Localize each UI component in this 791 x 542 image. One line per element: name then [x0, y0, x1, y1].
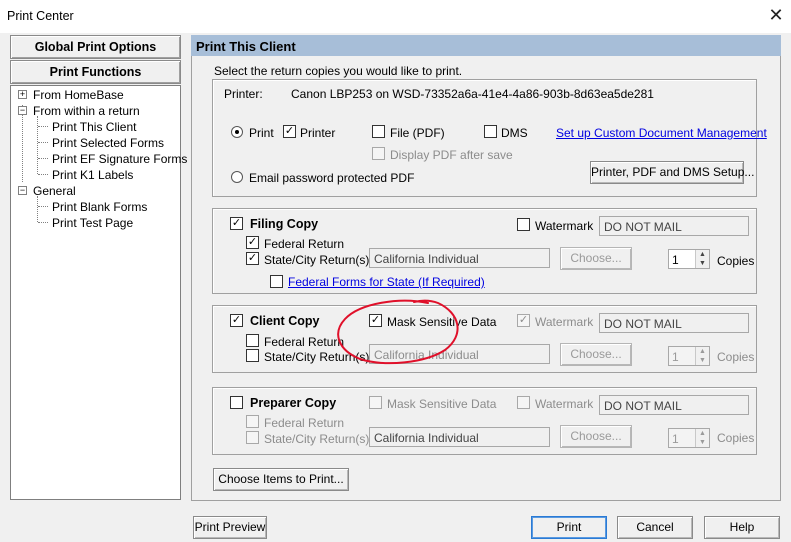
panel-title: Print This Client	[191, 35, 781, 56]
email-pdf-label: Email password protected PDF	[249, 171, 415, 185]
printer-checkbox-label: Printer	[300, 126, 336, 140]
display-pdf-label: Display PDF after save	[390, 148, 513, 162]
preparer-copies-stepper[interactable]: 1 ▲ ▼	[668, 428, 710, 448]
chevron-down-icon[interactable]: ▼	[696, 259, 709, 268]
preparer-federal-label: Federal Return	[264, 416, 345, 430]
cancel-button[interactable]: Cancel	[617, 516, 693, 539]
display-pdf-checkbox[interactable]	[372, 147, 385, 160]
choose-items-button[interactable]: Choose Items to Print...	[213, 468, 349, 491]
preparer-choose-button[interactable]: Choose...	[560, 425, 632, 448]
print-radio[interactable]	[231, 126, 243, 138]
tree-item-print-selected-forms[interactable]: Print Selected Forms	[52, 136, 164, 150]
preparer-watermark-checkbox[interactable]	[517, 396, 530, 409]
client-watermark-checkbox[interactable]: ✓	[517, 314, 530, 327]
chevron-up-icon[interactable]: ▲	[696, 250, 709, 259]
preparer-copy-checkbox[interactable]	[230, 396, 243, 409]
expand-icon[interactable]: +	[18, 90, 27, 99]
preparer-federal-checkbox[interactable]	[246, 415, 259, 428]
preparer-state-checkbox[interactable]	[246, 431, 259, 444]
printer-label: Printer:	[224, 87, 263, 101]
filing-copy-title: Filing Copy	[250, 217, 319, 231]
dms-checkbox[interactable]	[484, 125, 497, 138]
print-functions-button[interactable]: Print Functions	[10, 60, 181, 84]
collapse-icon[interactable]: −	[18, 186, 27, 195]
client-state-checkbox[interactable]	[246, 349, 259, 362]
tree-item-print-blank-forms[interactable]: Print Blank Forms	[52, 200, 147, 214]
filing-federal-label: Federal Return	[264, 237, 345, 251]
print-radio-label: Print	[249, 126, 274, 140]
close-icon[interactable]: ✕	[766, 5, 786, 25]
chevron-up-icon[interactable]: ▲	[696, 429, 709, 438]
client-copies-value: 1	[672, 350, 679, 364]
preparer-state-label: State/City Return(s)	[264, 432, 370, 446]
tree-item-general[interactable]: General	[33, 184, 76, 198]
file-pdf-checkbox[interactable]	[372, 125, 385, 138]
client-federal-checkbox[interactable]	[246, 334, 259, 347]
preparer-copy-title: Preparer Copy	[250, 396, 337, 410]
global-print-options-button[interactable]: Global Print Options	[10, 35, 181, 59]
federal-forms-state-checkbox[interactable]	[270, 275, 283, 288]
chevron-down-icon[interactable]: ▼	[696, 438, 709, 447]
tree-item-print-test-page[interactable]: Print Test Page	[52, 216, 133, 230]
tree-item-print-this-client[interactable]: Print This Client	[52, 120, 136, 134]
dms-label: DMS	[501, 126, 528, 140]
client-choose-button[interactable]: Choose...	[560, 343, 632, 366]
collapse-icon[interactable]: −	[18, 106, 27, 115]
client-watermark-label: Watermark	[535, 315, 594, 329]
file-pdf-label: File (PDF)	[390, 126, 445, 140]
filing-state-checkbox[interactable]: ✓	[246, 252, 259, 265]
printer-pdf-dms-setup-button[interactable]: Printer, PDF and DMS Setup...	[590, 161, 754, 184]
federal-forms-state-link[interactable]: Federal Forms for State (If Required)	[288, 275, 485, 289]
print-functions-tree: + From HomeBase − From within a return P…	[10, 85, 187, 500]
printer-checkbox[interactable]: ✓	[283, 125, 296, 138]
preparer-watermark-text[interactable]: DO NOT MAIL	[599, 395, 749, 415]
client-copies-stepper[interactable]: 1 ▲ ▼	[668, 346, 710, 366]
chevron-up-icon[interactable]: ▲	[696, 347, 709, 356]
preparer-copies-label: Copies	[717, 431, 755, 445]
filing-state-label: State/City Return(s)	[264, 253, 370, 267]
tree-item-from-homebase[interactable]: From HomeBase	[33, 88, 124, 102]
printer-name: Canon LBP253 on WSD-73352a6a-41e4-4a86-9…	[291, 87, 654, 101]
client-watermark-text[interactable]: DO NOT MAIL	[599, 313, 749, 333]
annotation-circle	[337, 299, 459, 365]
preparer-mask-checkbox[interactable]	[369, 396, 382, 409]
filing-choose-button[interactable]: Choose...	[560, 247, 632, 270]
client-copy-title: Client Copy	[250, 314, 320, 328]
filing-federal-checkbox[interactable]: ✓	[246, 236, 259, 249]
preparer-mask-label: Mask Sensitive Data	[387, 397, 497, 411]
filing-copies-stepper[interactable]: 1 ▲ ▼	[668, 249, 710, 269]
setup-dms-link[interactable]: Set up Custom Document Management	[556, 126, 767, 140]
filing-state-field[interactable]: California Individual	[369, 248, 550, 268]
preparer-state-field[interactable]: California Individual	[369, 427, 550, 447]
filing-watermark-checkbox[interactable]	[517, 218, 530, 231]
client-copy-checkbox[interactable]: ✓	[230, 314, 243, 327]
tree-item-print-ef-signature-forms[interactable]: Print EF Signature Forms	[52, 152, 187, 166]
filing-copies-label: Copies	[717, 254, 755, 268]
filing-copy-checkbox[interactable]: ✓	[230, 217, 243, 230]
chevron-down-icon[interactable]: ▼	[696, 356, 709, 365]
client-copies-label: Copies	[717, 350, 755, 364]
title-bar	[0, 0, 791, 33]
tree-item-from-within-return[interactable]: From within a return	[33, 104, 140, 118]
email-pdf-radio[interactable]	[231, 171, 243, 183]
print-button[interactable]: Print	[531, 516, 607, 539]
instruction-text: Select the return copies you would like …	[214, 64, 463, 78]
filing-watermark-label: Watermark	[535, 219, 594, 233]
tree-item-print-k1-labels[interactable]: Print K1 Labels	[52, 168, 133, 182]
filing-copies-value: 1	[672, 253, 679, 267]
window-title: Print Center	[7, 9, 74, 23]
print-preview-button[interactable]: Print Preview	[193, 516, 267, 539]
help-button[interactable]: Help	[704, 516, 780, 539]
preparer-copies-value: 1	[672, 432, 679, 446]
preparer-watermark-label: Watermark	[535, 397, 594, 411]
filing-watermark-text[interactable]: DO NOT MAIL	[599, 216, 749, 236]
